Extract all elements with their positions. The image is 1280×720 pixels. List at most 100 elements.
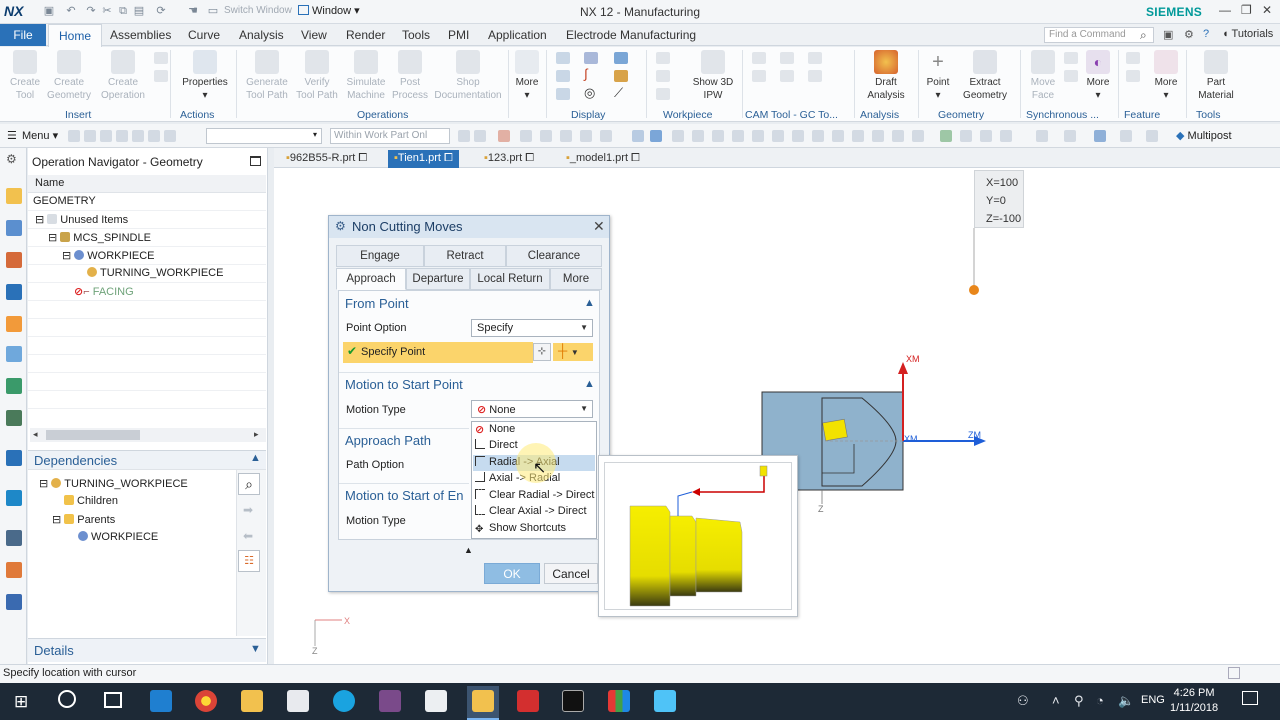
tab-curve[interactable]: Curve (188, 28, 220, 42)
menu-button[interactable]: Menu ▾ (22, 129, 58, 142)
toolbar-icon[interactable] (1120, 130, 1132, 142)
file-tab-tien1[interactable]: ▪Tien1.prt ⧠ (388, 150, 459, 168)
list-icon[interactable]: ☷ (238, 550, 260, 572)
toolbar-icon[interactable] (520, 130, 532, 142)
constraint-navigator-icon[interactable] (6, 220, 22, 236)
cam-navigator-icon[interactable] (6, 594, 22, 610)
column-name[interactable]: Name (35, 177, 64, 189)
toolbar-icon[interactable] (68, 130, 80, 142)
tab-electrode-manufacturing[interactable]: Electrode Manufacturing (566, 28, 696, 42)
properties-button[interactable]: Properties ▾ (178, 50, 232, 102)
mcs-marker[interactable] (822, 418, 848, 442)
bluestacks-icon[interactable] (654, 690, 676, 712)
wifi-icon[interactable]: ◔ (1096, 693, 1104, 708)
synchronous-icon[interactable] (1064, 52, 1078, 64)
tab-render[interactable]: Render (346, 28, 385, 42)
toolbar-icon[interactable] (164, 130, 176, 142)
scroll-right-icon[interactable]: ▸ (254, 429, 259, 440)
tab-application[interactable]: Application (488, 28, 547, 42)
task-view-icon[interactable] (104, 692, 122, 708)
toolbar-icon[interactable] (600, 130, 612, 142)
dep-item-workpiece[interactable]: WORKPIECE (78, 531, 158, 543)
cam-tool-icon-6[interactable] (808, 70, 822, 82)
toolbar-icon[interactable] (912, 130, 924, 142)
create-tool-button[interactable]: Create Tool (6, 50, 44, 102)
collapse-caret-icon[interactable]: ▲ (250, 452, 261, 464)
workpiece-icon-2[interactable] (656, 70, 670, 82)
workpiece-icon[interactable] (656, 52, 670, 64)
file-explorer-icon[interactable] (241, 690, 263, 712)
cam-tool-icon-3[interactable] (780, 52, 794, 64)
part-navigator-icon[interactable] (6, 252, 22, 268)
simulate-machine-button[interactable]: Simulate Machine (342, 50, 390, 102)
language-indicator[interactable]: ENG (1141, 694, 1165, 706)
feature-icon[interactable] (1126, 52, 1140, 64)
dep-item-parents[interactable]: ⊟ Parents (52, 513, 115, 526)
close-icon[interactable]: ✕ (593, 218, 605, 235)
display-icon-2[interactable] (556, 70, 570, 82)
part-material-button[interactable]: Part Material (1190, 50, 1242, 102)
minimize-icon[interactable]: — (1219, 3, 1231, 17)
display-icon-4[interactable] (584, 52, 598, 64)
synchronous-more-button[interactable]: ◐ More ▾ (1082, 50, 1114, 102)
cam-tool-icon[interactable] (752, 52, 766, 64)
ok-button[interactable]: OK (484, 563, 540, 584)
display-icon[interactable] (556, 52, 570, 64)
toolbar-icon[interactable] (580, 130, 592, 142)
gear-icon[interactable]: ⚙ (6, 152, 22, 168)
tab-retract[interactable]: Retract (424, 245, 506, 267)
display-icon-5[interactable] (614, 52, 628, 64)
mail-icon[interactable] (425, 690, 447, 712)
point-option-select[interactable]: Specify ▼ (471, 319, 593, 337)
winrar-icon[interactable] (379, 690, 401, 712)
toolbar-icon[interactable] (672, 130, 684, 142)
tab-approach[interactable]: Approach (336, 268, 406, 290)
toolbar-icon[interactable] (132, 130, 144, 142)
insert-small-icon-2[interactable] (154, 70, 168, 82)
arrow-right-icon[interactable]: ➡ (243, 503, 253, 517)
insert-small-icon[interactable] (154, 52, 168, 64)
cancel-button[interactable]: Cancel (544, 563, 598, 584)
tutorials-link[interactable]: ◖ Tutorials (1222, 28, 1273, 40)
multipost-button[interactable]: ◆ Multipost (1176, 129, 1232, 142)
toolbar-icon[interactable] (772, 130, 784, 142)
extract-geometry-button[interactable]: Extract Geometry (956, 50, 1014, 102)
search-icon[interactable]: ⌕ (238, 473, 260, 495)
web-browser-icon[interactable] (6, 410, 22, 426)
tree-item-turning-workpiece[interactable]: TURNING_WORKPIECE (87, 267, 223, 279)
toolbar-icon[interactable] (474, 130, 486, 142)
gear-icon[interactable]: ⚙ (335, 219, 346, 233)
curve-icon[interactable]: ∫ (584, 66, 588, 81)
network-drive-icon[interactable]: ⚲ (1074, 693, 1084, 709)
type-filter-select[interactable]: ▾ (206, 128, 322, 144)
tree-item-facing[interactable]: ⊘⌐ FACING (74, 285, 134, 298)
toolbar-icon[interactable] (832, 130, 844, 142)
circle-icon[interactable]: ◎ (584, 85, 595, 101)
toolbar-icon[interactable] (960, 130, 972, 142)
toolbar-icon[interactable] (148, 130, 160, 142)
verify-tool-path-button[interactable]: Verify Tool Path (294, 50, 340, 102)
toolbar-icon[interactable] (692, 130, 704, 142)
app-grid-icon[interactable] (608, 690, 630, 712)
roles-icon[interactable] (6, 562, 22, 578)
tab-analysis[interactable]: Analysis (239, 28, 284, 42)
display-icon-6[interactable] (614, 70, 628, 82)
scroll-left-icon[interactable]: ◂ (33, 429, 38, 440)
tab-assemblies[interactable]: Assemblies (110, 28, 171, 42)
create-geometry-button[interactable]: Create Geometry (46, 50, 92, 102)
toolbar-icon[interactable] (792, 130, 804, 142)
tree-item-geometry[interactable]: GEOMETRY (33, 195, 96, 207)
workpiece-icon-3[interactable] (656, 88, 670, 100)
cam-tool-icon-5[interactable] (808, 52, 822, 64)
system-materials-icon[interactable] (6, 490, 22, 506)
collapse-caret-icon[interactable]: ▲ (584, 378, 595, 390)
option-clear-axial-direct[interactable]: Clear Axial -> Direct (473, 504, 595, 520)
reuse-library-icon[interactable] (6, 346, 22, 362)
generate-tool-path-button[interactable]: Generate Tool Path (242, 50, 292, 102)
store-icon[interactable] (287, 690, 309, 712)
tab-clearance[interactable]: Clearance (506, 245, 602, 267)
machine-tool-navigator-icon[interactable] (6, 316, 22, 332)
assembly-navigator-icon[interactable] (6, 188, 22, 204)
show-hidden-icon[interactable]: ˄ (1052, 693, 1060, 708)
cortana-icon[interactable] (58, 690, 76, 708)
